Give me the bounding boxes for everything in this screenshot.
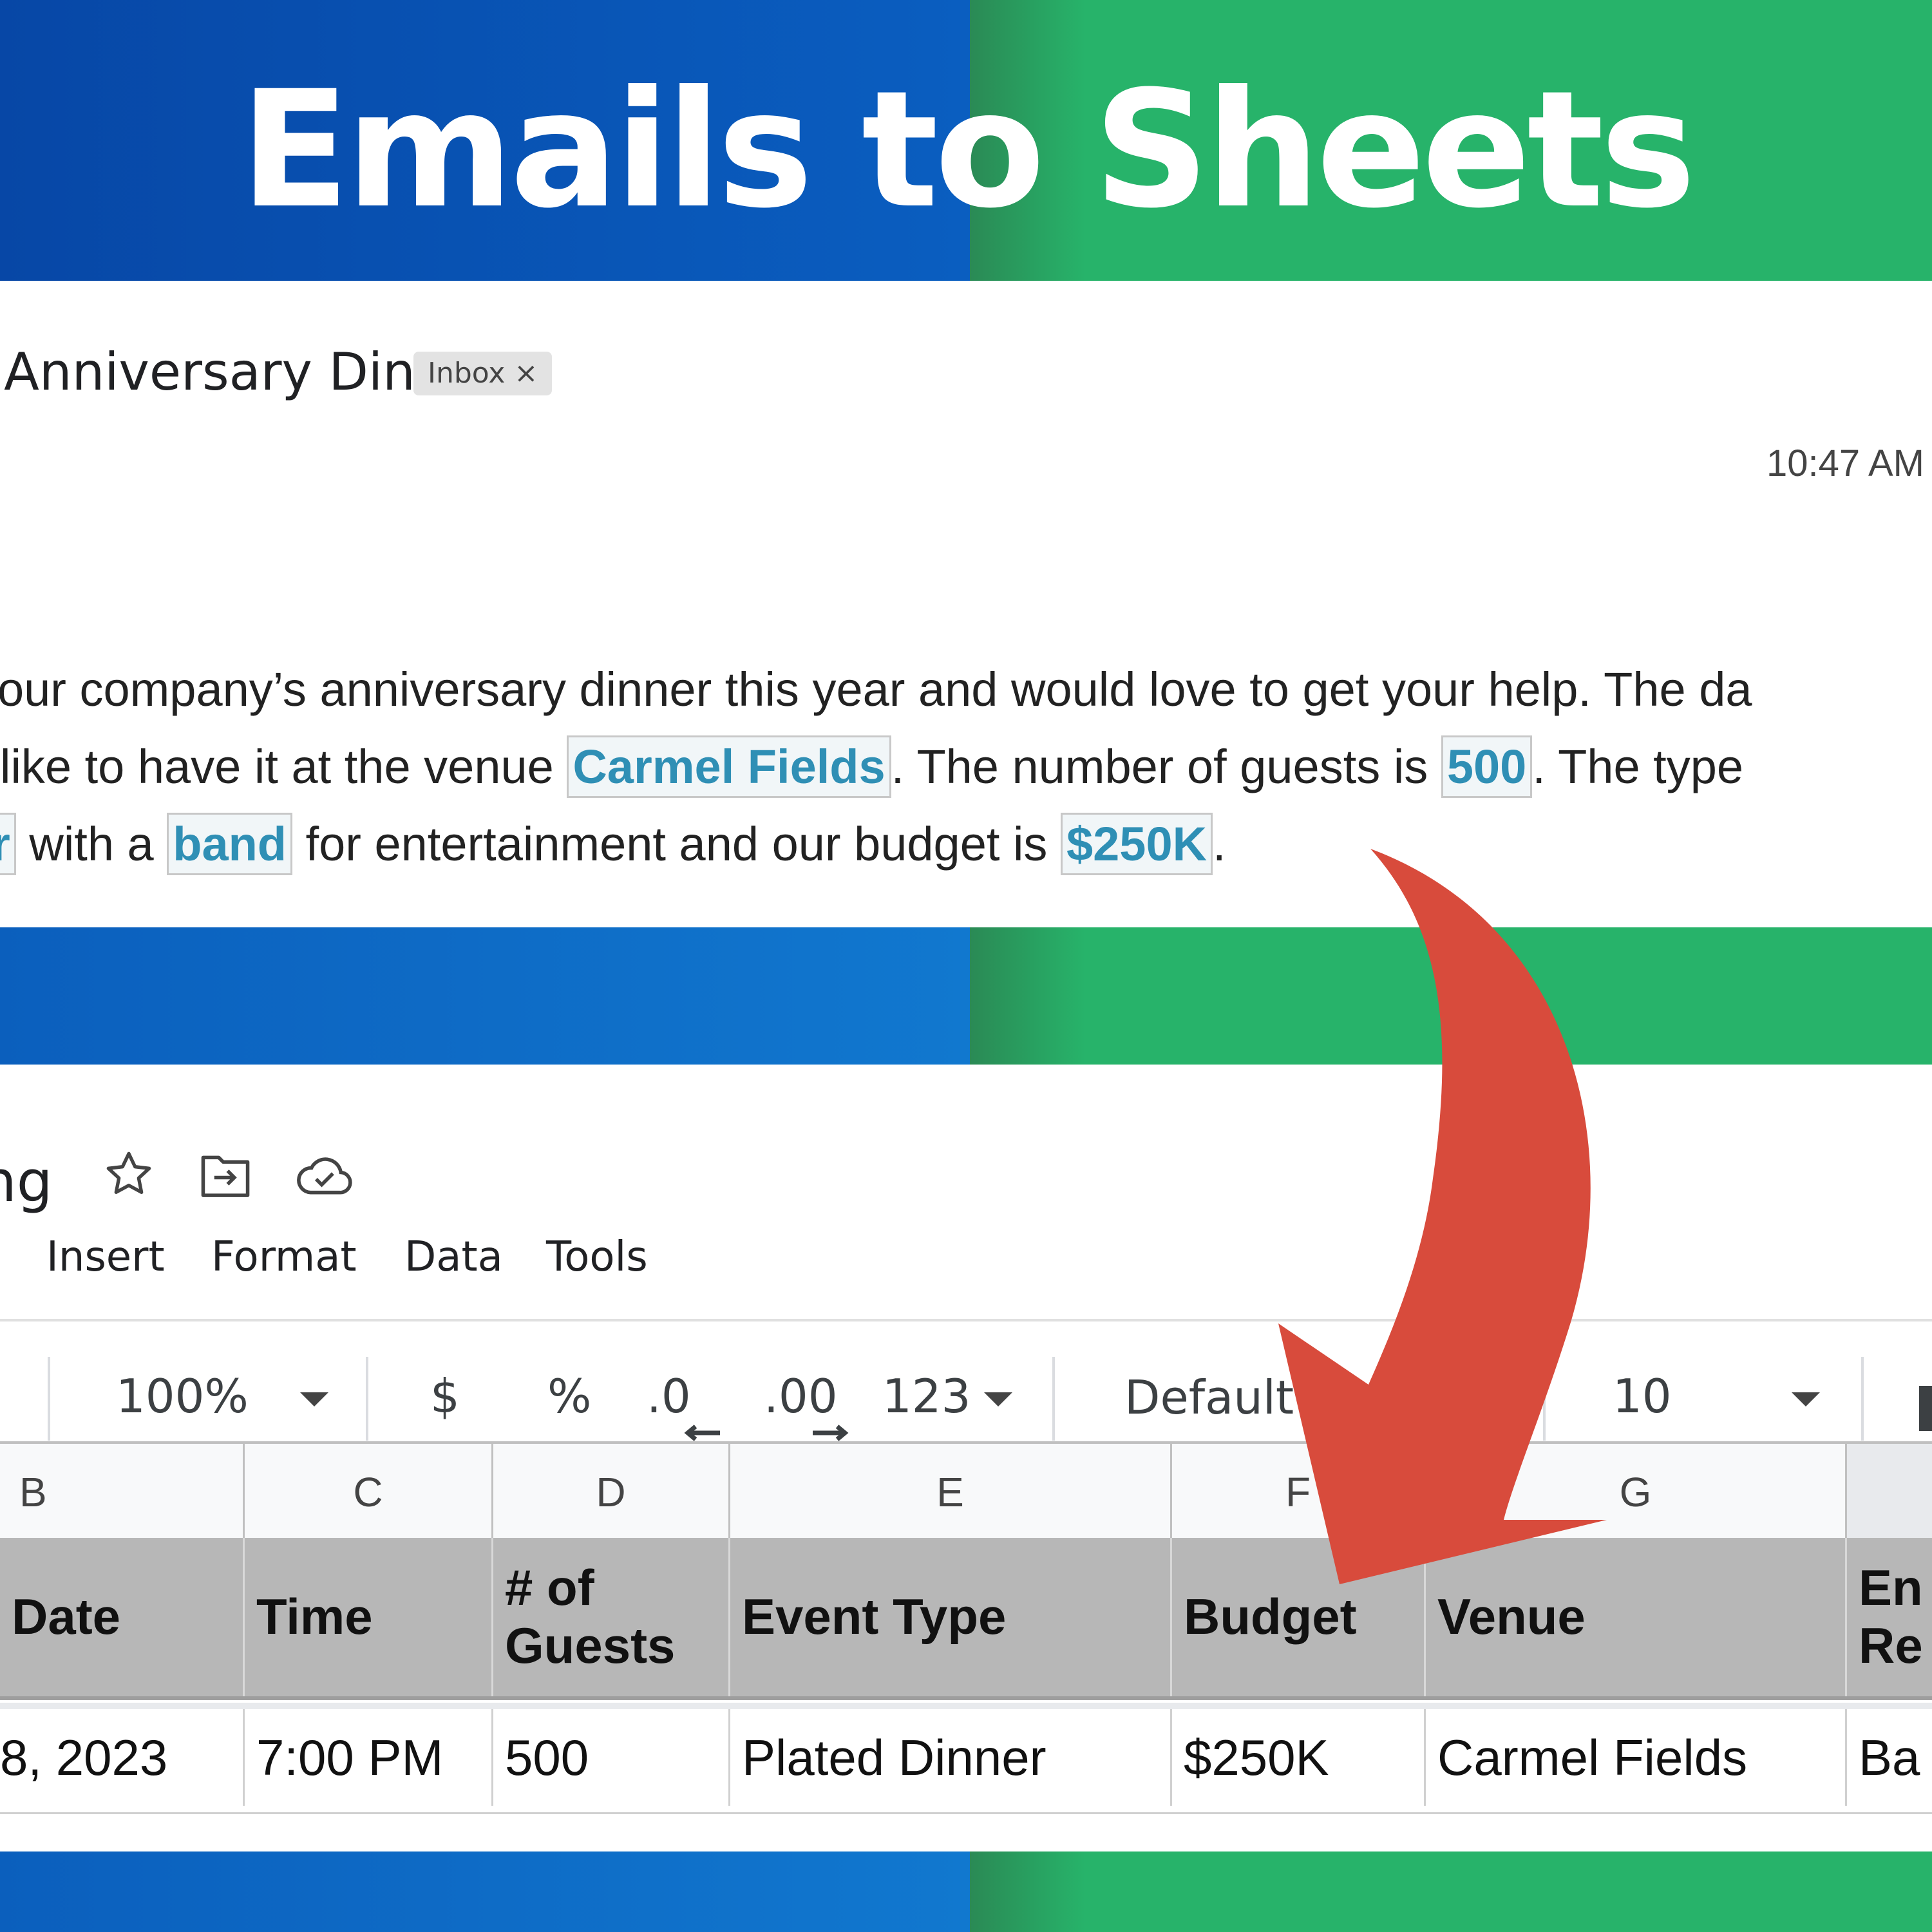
- currency-format-button[interactable]: $: [430, 1373, 460, 1419]
- column-header-h[interactable]: [1847, 1444, 1932, 1540]
- more-formats-dropdown-icon[interactable]: [984, 1392, 1012, 1406]
- email-body-line-3: r with a band for entertainment and our …: [0, 813, 1226, 875]
- data-cell[interactable]: 8, 2023: [0, 1709, 245, 1806]
- inbox-label-chip[interactable]: Inbox ×: [413, 352, 553, 395]
- header-cell[interactable]: En Re: [1847, 1538, 1932, 1696]
- title-banner: Emails to Sheets: [0, 0, 1932, 281]
- header-cell[interactable]: Event Type: [730, 1538, 1172, 1696]
- header-cell[interactable]: Date: [0, 1538, 245, 1696]
- header-cell[interactable]: # of Guests: [493, 1538, 730, 1696]
- extracted-budget[interactable]: $250K: [1060, 813, 1213, 875]
- band-green-half: [970, 1852, 1932, 1932]
- table-header-row: Date Time # of Guests Event Type Budget …: [0, 1538, 1932, 1700]
- cloud-saved-icon[interactable]: [295, 1152, 353, 1197]
- font-select[interactable]: Default: [1124, 1374, 1294, 1421]
- banner-title: Emails to Sheets: [240, 56, 1696, 243]
- spreadsheet-view: ng Insert Format Data Tools 100% $ % .0 …: [0, 1065, 1932, 1852]
- menu-format[interactable]: Format: [211, 1233, 357, 1281]
- data-cell[interactable]: $250K: [1172, 1709, 1426, 1806]
- email-body-text: like to have it at the venue: [0, 740, 567, 793]
- toolbar-separator: [1052, 1357, 1055, 1441]
- data-cell[interactable]: Plated Dinner: [730, 1709, 1172, 1806]
- arrow-right-icon: [813, 1425, 849, 1441]
- extracted-venue[interactable]: Carmel Fields: [567, 735, 891, 798]
- divider-band: [0, 927, 1932, 1065]
- column-header-f[interactable]: F: [1172, 1444, 1426, 1540]
- data-cell[interactable]: Ba: [1847, 1709, 1932, 1806]
- toolbar-separator: [1543, 1357, 1546, 1441]
- close-icon[interactable]: ×: [514, 357, 538, 390]
- extracted-entertainment[interactable]: band: [167, 813, 293, 875]
- column-header-b[interactable]: B: [0, 1444, 245, 1540]
- column-header-e[interactable]: E: [730, 1444, 1172, 1540]
- header-cell[interactable]: Budget: [1172, 1538, 1426, 1696]
- font-size-dropdown-icon[interactable]: [1792, 1392, 1820, 1406]
- email-view: AnnAnniversary Dinner Inbox× 10:47 AM ou…: [0, 281, 1932, 927]
- menu-data[interactable]: Data: [404, 1233, 503, 1281]
- column-header-g[interactable]: G: [1426, 1444, 1847, 1540]
- inbox-label-text: Inbox: [428, 357, 506, 390]
- email-timestamp: 10:47 AM: [1766, 442, 1924, 484]
- data-cell[interactable]: 7:00 PM: [245, 1709, 493, 1806]
- data-cell[interactable]: Carmel Fields: [1426, 1709, 1847, 1806]
- column-header-bar: B C D E F G: [0, 1441, 1932, 1540]
- star-icon[interactable]: [103, 1148, 155, 1200]
- menu-tools[interactable]: Tools: [546, 1233, 648, 1281]
- more-formats-button[interactable]: 123: [882, 1373, 971, 1419]
- zoom-dropdown-icon[interactable]: [300, 1392, 328, 1406]
- toolbar: 100% $ % .0 .00 123 Default 10: [0, 1319, 1932, 1444]
- toolbar-separator: [366, 1357, 368, 1441]
- email-body-text: our company’s anniversary dinner this ye…: [0, 663, 1752, 716]
- email-body-text: .: [1213, 817, 1226, 871]
- header-cell[interactable]: Time: [245, 1538, 493, 1696]
- extracted-guests[interactable]: 500: [1441, 735, 1533, 798]
- band-green-half: [970, 927, 1932, 1065]
- band-blue-half: [0, 927, 970, 1065]
- decrease-decimal-button[interactable]: .0: [647, 1373, 691, 1419]
- column-header-c[interactable]: C: [245, 1444, 493, 1540]
- toolbar-separator: [1861, 1357, 1864, 1441]
- percent-format-button[interactable]: %: [547, 1373, 591, 1419]
- table-row: 8, 2023 7:00 PM 500 Plated Dinner $250K …: [0, 1703, 1932, 1814]
- header-cell[interactable]: Venue: [1426, 1538, 1847, 1696]
- doc-title[interactable]: ng: [0, 1148, 53, 1215]
- arrow-left-icon: [684, 1425, 720, 1441]
- email-body-text: . The type: [1532, 740, 1744, 793]
- email-body-text: . The number of guests is: [891, 740, 1441, 793]
- increase-decimal-button[interactable]: .00: [764, 1373, 838, 1419]
- band-blue-half: [0, 1852, 970, 1932]
- email-body-text: with a: [15, 817, 167, 871]
- footer-band: [0, 1852, 1932, 1932]
- email-body-line-2: like to have it at the venue Carmel Fiel…: [0, 735, 1744, 798]
- extracted-event-type[interactable]: r: [0, 813, 16, 875]
- toolbar-separator: [48, 1357, 50, 1441]
- email-body-line-1: our company’s anniversary dinner this ye…: [0, 666, 1752, 714]
- menu-insert[interactable]: Insert: [46, 1233, 165, 1281]
- bold-icon[interactable]: [1919, 1386, 1932, 1431]
- font-size-select[interactable]: 10: [1613, 1373, 1672, 1419]
- column-header-d[interactable]: D: [493, 1444, 730, 1540]
- data-cell[interactable]: 500: [493, 1709, 730, 1806]
- zoom-select[interactable]: 100%: [116, 1373, 249, 1419]
- move-folder-icon[interactable]: [198, 1151, 252, 1200]
- email-body-text: for entertainment and our budget is: [292, 817, 1061, 871]
